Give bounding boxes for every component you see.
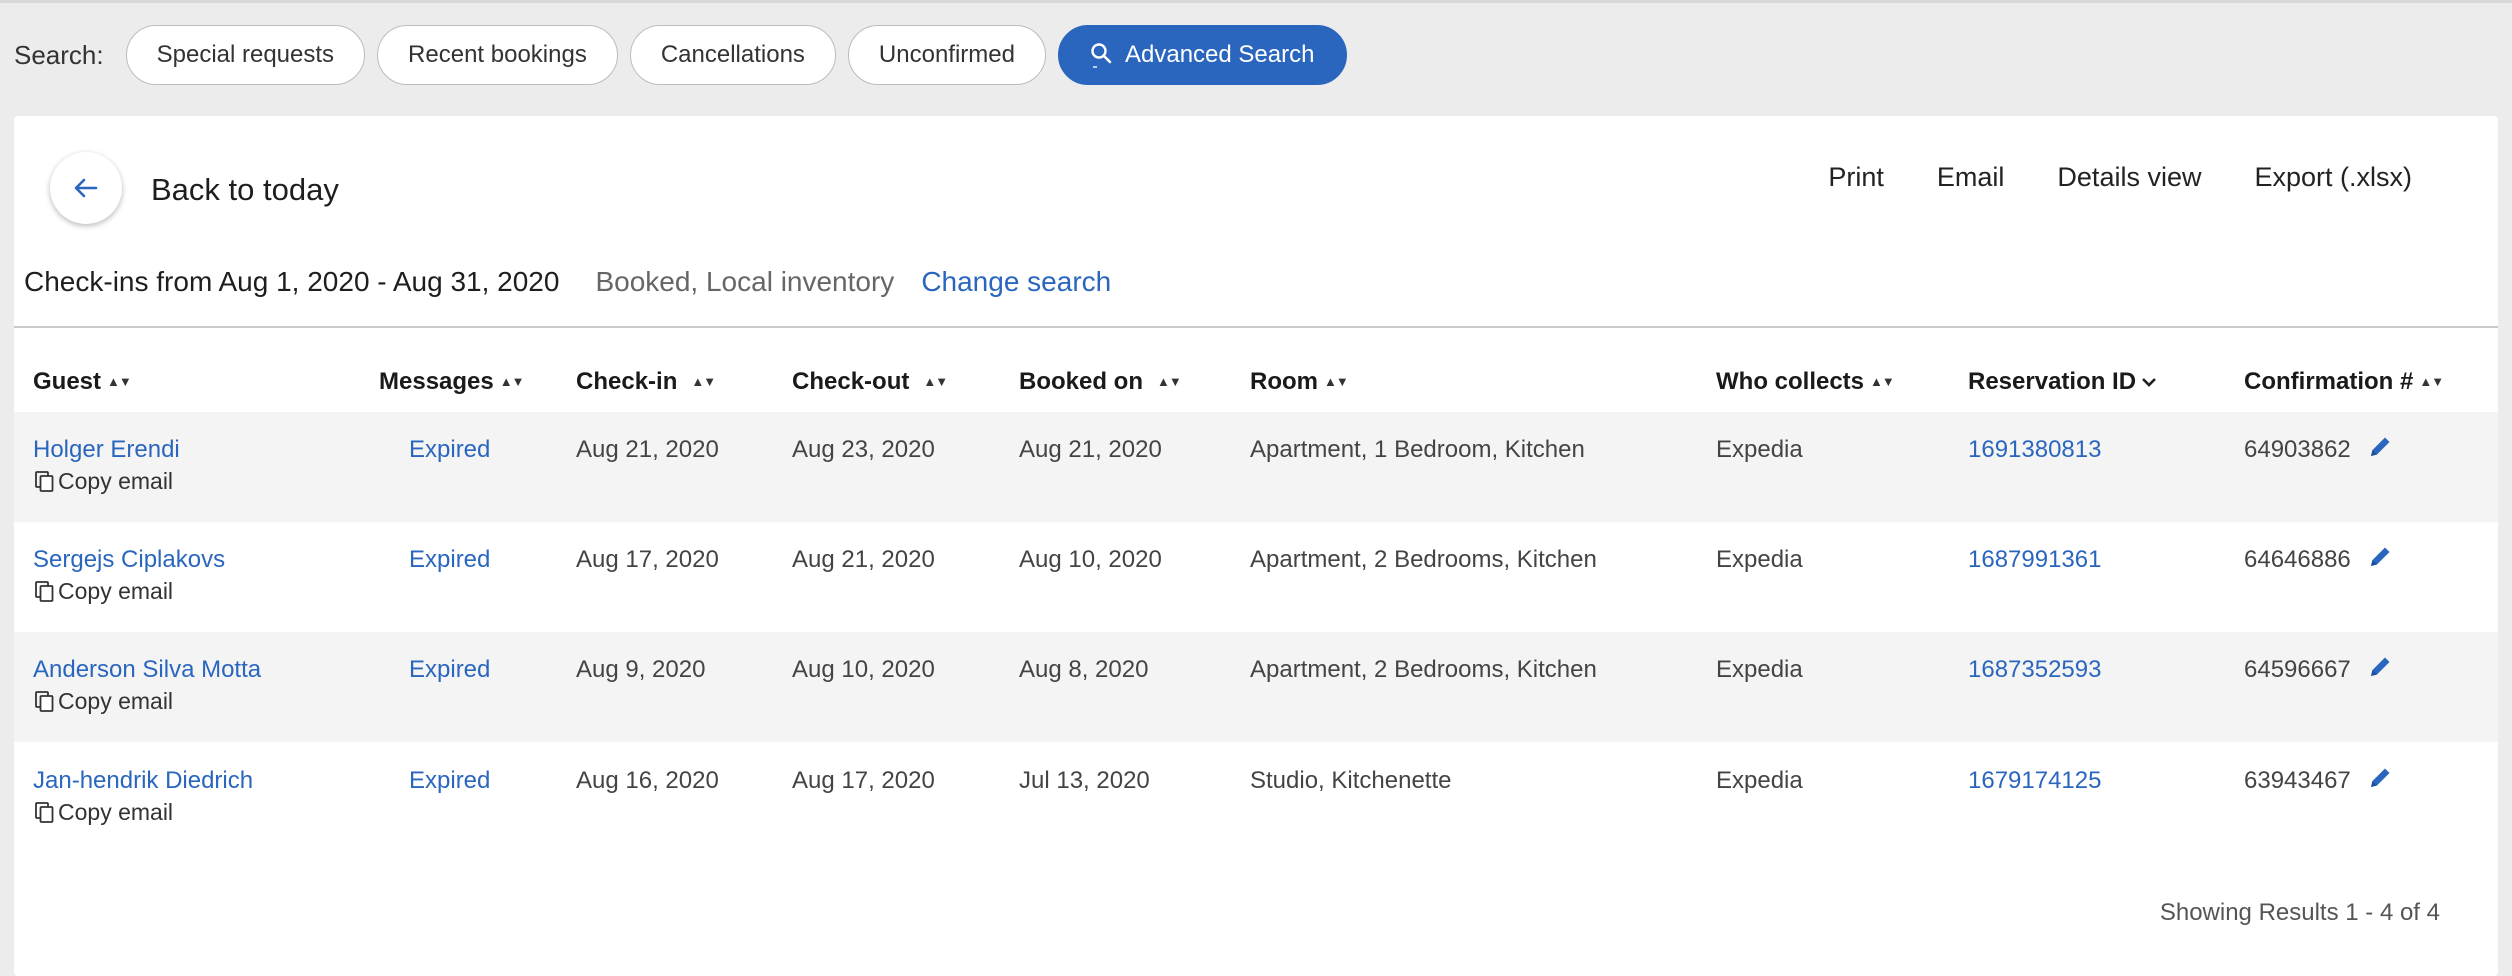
arrow-left-icon <box>74 178 98 198</box>
guest-name-link[interactable]: Anderson Silva Motta <box>33 656 261 684</box>
messages-status[interactable]: Expired <box>409 546 490 574</box>
search-bar: Search: Special requests Recent bookings… <box>14 24 1359 86</box>
reservation-id-link[interactable]: 1687352593 <box>1968 656 2101 684</box>
column-header-confirmation[interactable]: Confirmation # ▲▼ <box>2244 368 2444 396</box>
pencil-icon[interactable] <box>2366 433 2394 461</box>
check-out-date: Aug 21, 2020 <box>792 546 935 573</box>
copy-icon <box>35 801 54 823</box>
divider <box>14 326 2498 328</box>
results-panel: Back to today Print Email Details view E… <box>14 116 2498 976</box>
sort-icon: ▲▼ <box>2419 374 2444 389</box>
guest-name-link[interactable]: Sergejs Ciplakovs <box>33 546 225 574</box>
sort-icon: ▲▼ <box>1324 374 1349 389</box>
email-link[interactable]: Email <box>1937 162 2005 193</box>
filters-text: Booked, Local inventory <box>595 266 895 297</box>
copy-email-button[interactable]: Copy email <box>34 578 173 605</box>
reservation-id-link[interactable]: 1687991361 <box>1968 546 2101 574</box>
confirmation-number: 63943467 <box>2244 767 2351 794</box>
copy-icon <box>35 580 54 602</box>
copy-email-button[interactable]: Copy email <box>34 688 173 715</box>
room-type: Apartment, 2 Bedrooms, Kitchen <box>1250 546 1597 573</box>
table-row: Jan-hendrik Diedrich Copy email Expired Aug… <box>14 743 2498 853</box>
back-to-today-label: Back to today <box>151 172 339 207</box>
who-collects: Expedia <box>1716 436 1803 463</box>
copy-icon <box>35 690 54 712</box>
copy-email-button[interactable]: Copy email <box>34 799 173 826</box>
confirmation-number: 64646886 <box>2244 546 2351 573</box>
column-header-guest[interactable]: Guest ▲▼ <box>33 368 132 396</box>
column-header-reservation-id[interactable]: Reservation ID <box>1968 368 2158 396</box>
confirmation-number: 64596667 <box>2244 656 2351 683</box>
confirmation-number: 64903862 <box>2244 436 2351 463</box>
guest-name-link[interactable]: Holger Erendi <box>33 436 180 464</box>
chevron-down-icon <box>2142 378 2156 387</box>
print-link[interactable]: Print <box>1828 162 1884 193</box>
advanced-search-button[interactable]: Advanced Search <box>1057 25 1348 85</box>
pencil-icon[interactable] <box>2366 653 2394 681</box>
room-type: Studio, Kitchenette <box>1250 767 1452 794</box>
copy-icon <box>35 470 54 492</box>
change-search-link[interactable]: Change search <box>921 266 1111 298</box>
search-label: Search: <box>14 39 104 70</box>
messages-status[interactable]: Expired <box>409 656 490 684</box>
guest-name-link[interactable]: Jan-hendrik Diedrich <box>33 767 253 795</box>
pencil-icon[interactable] <box>2366 764 2394 792</box>
check-out-date: Aug 17, 2020 <box>792 767 935 794</box>
special-requests-button[interactable]: Special requests <box>125 25 366 85</box>
column-header-booked-on[interactable]: Booked on ▲▼ <box>1019 368 1182 396</box>
reservation-id-link[interactable]: 1679174125 <box>1968 767 2101 795</box>
table-row: Sergejs Ciplakovs Copy email Expired Aug 17… <box>14 522 2498 632</box>
room-type: Apartment, 2 Bedrooms, Kitchen <box>1250 656 1597 683</box>
date-range-text: Check-ins from Aug 1, 2020 - Aug 31, 202… <box>24 266 560 297</box>
booked-on-date: Jul 13, 2020 <box>1019 767 1150 794</box>
header-actions: Print Email Details view Export (.xlsx) <box>1775 162 2412 193</box>
export-xlsx-link[interactable]: Export (.xlsx) <box>2254 162 2412 193</box>
sort-icon: ▲▼ <box>499 374 525 389</box>
cancellations-button[interactable]: Cancellations <box>629 25 836 85</box>
messages-status[interactable]: Expired <box>409 436 490 464</box>
reservation-id-link[interactable]: 1691380813 <box>1968 436 2101 464</box>
column-header-check-out[interactable]: Check-out ▲▼ <box>792 368 948 396</box>
sort-icon: ▲▼ <box>1870 374 1895 389</box>
copy-email-label: Copy email <box>58 688 174 714</box>
search-summary: Check-ins from Aug 1, 2020 - Aug 31, 202… <box>24 266 1111 298</box>
column-header-room[interactable]: Room ▲▼ <box>1250 368 1349 396</box>
check-out-date: Aug 23, 2020 <box>792 436 935 463</box>
details-view-link[interactable]: Details view <box>2057 162 2201 193</box>
messages-status[interactable]: Expired <box>409 767 490 795</box>
check-out-date: Aug 10, 2020 <box>792 656 935 683</box>
who-collects: Expedia <box>1716 767 1803 794</box>
table-row: Holger Erendi Copy email Expired Aug 21, 20… <box>14 412 2498 522</box>
sort-icon: ▲▼ <box>691 374 716 389</box>
search-icon <box>1091 43 1112 68</box>
advanced-search-label: Advanced Search <box>1124 41 1315 68</box>
check-in-date: Aug 16, 2020 <box>576 767 719 794</box>
check-in-date: Aug 9, 2020 <box>576 656 706 683</box>
recent-bookings-button[interactable]: Recent bookings <box>377 25 618 85</box>
sort-icon: ▲▼ <box>107 374 132 389</box>
check-in-date: Aug 21, 2020 <box>576 436 719 463</box>
table-row: Anderson Silva Motta Copy email Expired Aug… <box>14 632 2498 742</box>
copy-email-label: Copy email <box>58 799 174 825</box>
column-header-who-collects[interactable]: Who collects ▲▼ <box>1716 368 1895 396</box>
who-collects: Expedia <box>1716 546 1803 573</box>
copy-email-button[interactable]: Copy email <box>34 468 173 495</box>
unconfirmed-button[interactable]: Unconfirmed <box>847 25 1046 85</box>
column-header-check-in[interactable]: Check-in ▲▼ <box>576 368 716 396</box>
booked-on-date: Aug 10, 2020 <box>1019 546 1162 573</box>
top-divider <box>0 0 2512 3</box>
who-collects: Expedia <box>1716 656 1803 683</box>
booked-on-date: Aug 8, 2020 <box>1019 656 1149 683</box>
booked-on-date: Aug 21, 2020 <box>1019 436 1162 463</box>
copy-email-label: Copy email <box>58 578 174 604</box>
check-in-date: Aug 17, 2020 <box>576 546 719 573</box>
sort-icon: ▲▼ <box>923 374 948 389</box>
column-header-messages[interactable]: Messages ▲▼ <box>379 368 525 396</box>
results-count: Showing Results 1 - 4 of 4 <box>2159 899 2440 926</box>
room-type: Apartment, 1 Bedroom, Kitchen <box>1250 436 1585 463</box>
pencil-icon[interactable] <box>2366 543 2394 571</box>
back-button[interactable] <box>50 152 122 224</box>
copy-email-label: Copy email <box>58 468 174 494</box>
sort-icon: ▲▼ <box>1157 374 1182 389</box>
